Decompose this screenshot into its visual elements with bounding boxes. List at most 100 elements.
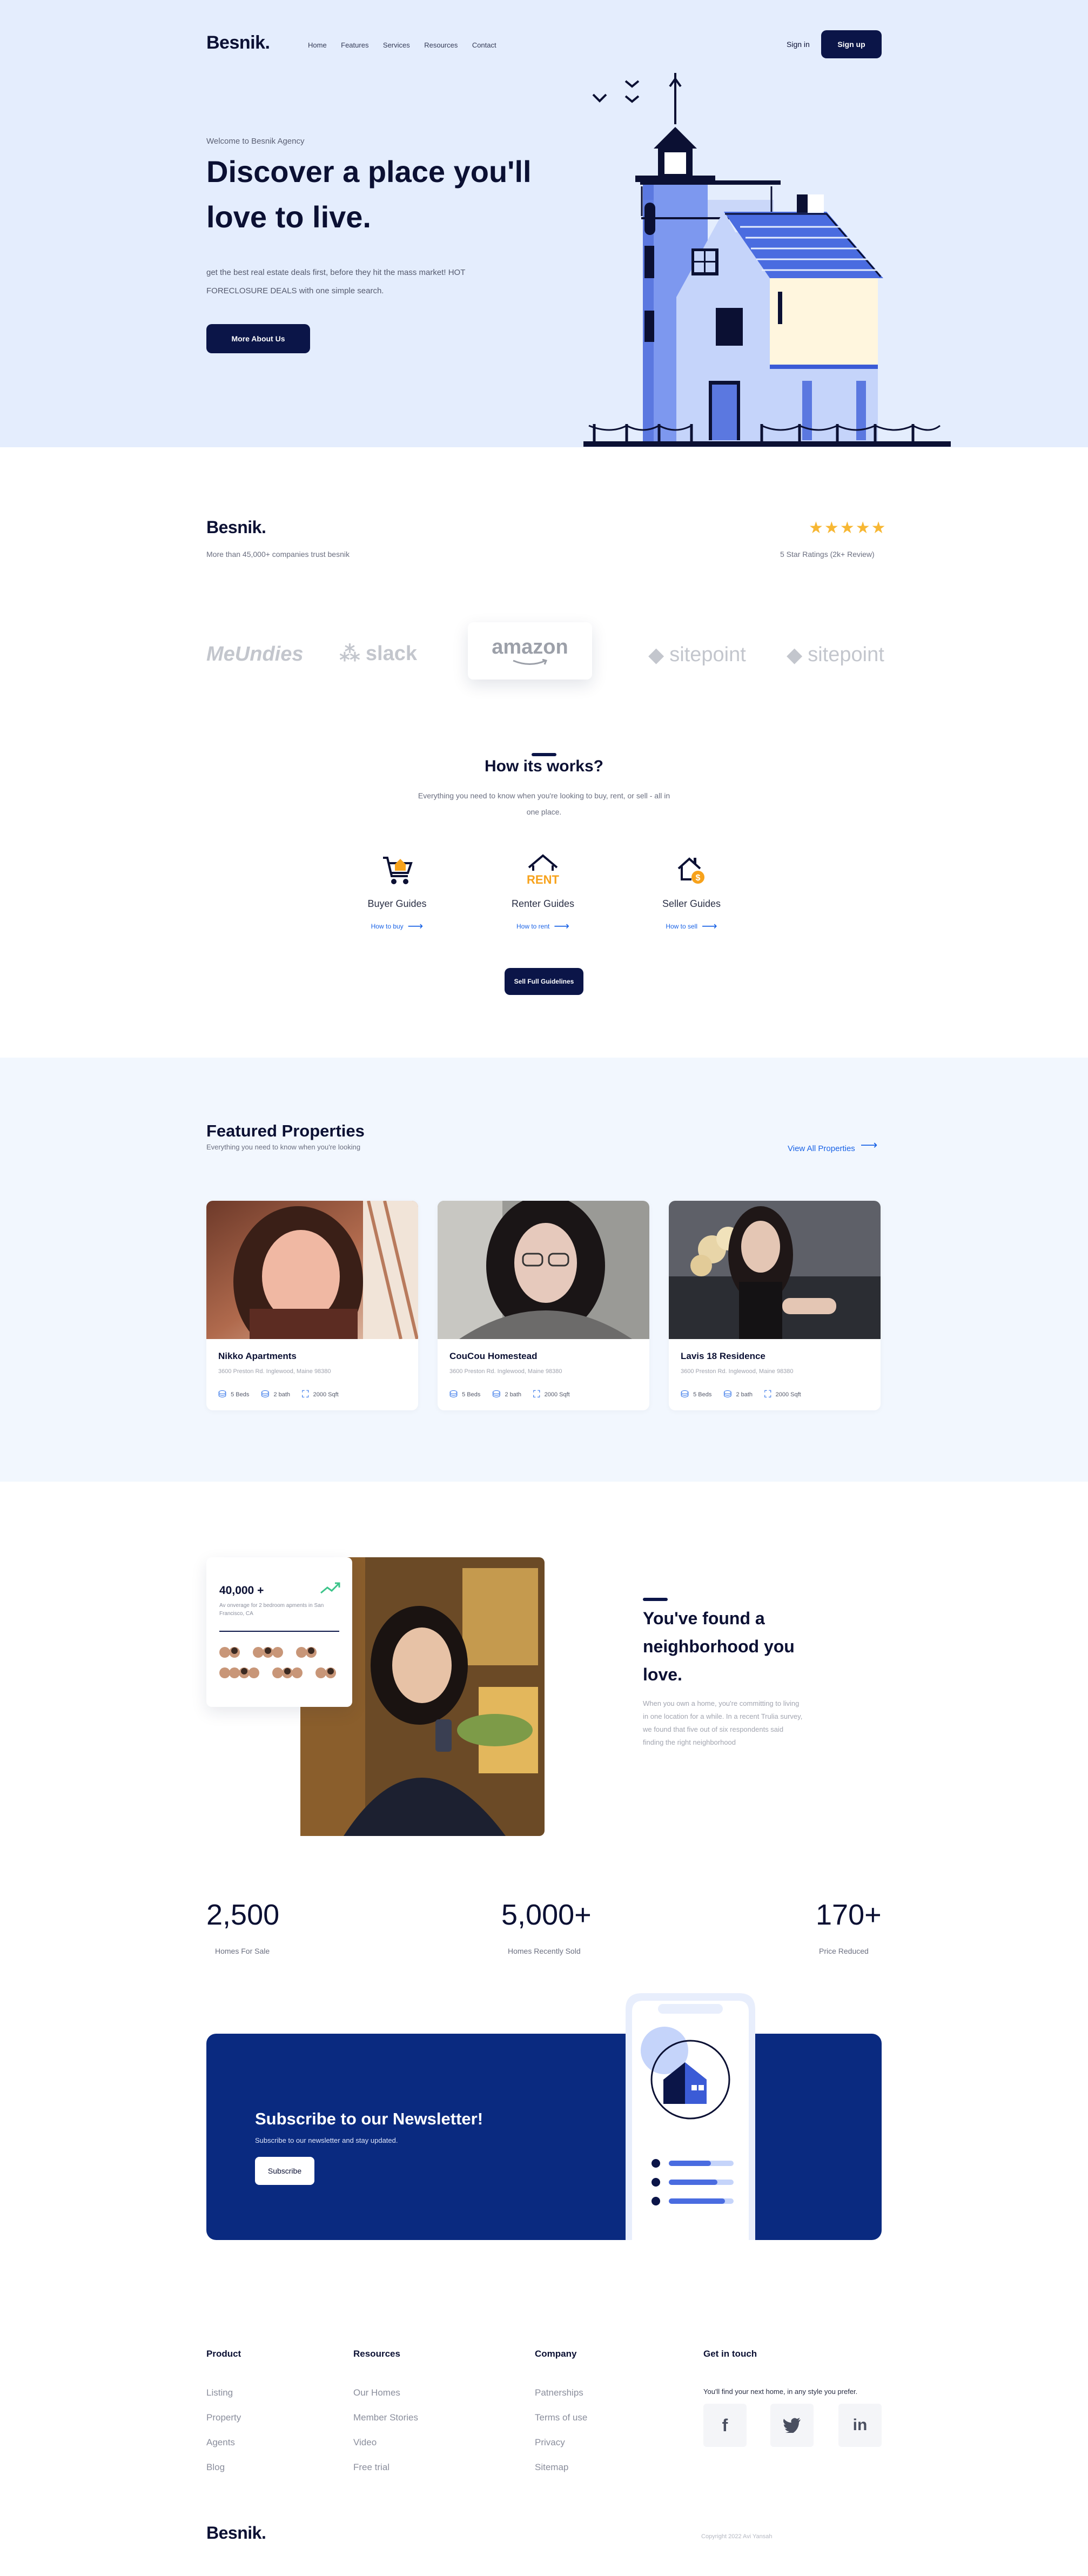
footer-link-blog[interactable]: Blog [206, 2462, 241, 2473]
footer-link-our-homes[interactable]: Our Homes [353, 2387, 418, 2398]
cart-house-icon [383, 857, 413, 884]
brand-sitepoint-2: ◆ sitepoint [787, 643, 884, 667]
bed-icon: ⛁ [681, 1389, 689, 1400]
how-to-sell-link[interactable]: How to sell ⟶ [666, 919, 717, 933]
footer-link-member-stories[interactable]: Member Stories [353, 2412, 418, 2423]
subscribe-button[interactable]: Subscribe [255, 2157, 314, 2185]
bed-icon: ⛁ [218, 1389, 227, 1400]
footer-column-company: Company Patnerships Terms of use Privacy… [535, 2349, 587, 2473]
nav-resources[interactable]: Resources [424, 41, 458, 49]
seller-guide[interactable]: $ Seller Guides How to sell ⟶ [643, 852, 740, 933]
hero-description: get the best real estate deals first, be… [206, 268, 466, 295]
footer-column-product: Product Listing Property Agents Blog [206, 2349, 241, 2473]
rating-text: 5 Star Ratings (2k+ Review) [780, 550, 875, 559]
property-title-3: Lavis 18 Residence [681, 1351, 765, 1361]
bed-icon: ⛁ [449, 1389, 458, 1400]
signin-link[interactable]: Sign in [787, 40, 810, 49]
newsletter-description: Subscribe to our newsletter and stay upd… [255, 2136, 398, 2144]
twitter-icon[interactable] [770, 2404, 814, 2447]
featured-subtitle: Everything you need to know when you're … [206, 1143, 361, 1151]
how-to-rent-link[interactable]: How to rent ⟶ [516, 919, 569, 933]
stat-homes-for-sale-label: Homes For Sale [215, 1947, 270, 1955]
neighborhood-title: You've found a neighborhood you love. [643, 1609, 795, 1684]
area-icon: ⛶ [302, 1389, 309, 1400]
property-photo-1 [206, 1201, 418, 1357]
renter-guide[interactable]: RENT Renter Guides How to rent ⟶ [494, 852, 592, 933]
footer-link-listing[interactable]: Listing [206, 2387, 241, 2398]
svg-text:RENT: RENT [527, 873, 559, 886]
stat-homes-for-sale-value: 2,500 [206, 1899, 280, 1931]
how-title: How its works? [484, 757, 604, 775]
brand-meundies: MeUndies [206, 643, 304, 665]
brand-sitepoint-1: ◆ sitepoint [648, 643, 746, 667]
sell-full-guidelines-button[interactable]: Sell Full Guidelines [505, 968, 583, 995]
copyright-text: Copyright 2022 Avi Yansah [701, 2533, 773, 2540]
arrow-right-icon: ⟶ [860, 1138, 878, 1152]
stat-card-value: 40,000 + [219, 1584, 264, 1597]
footer-link-partnerships[interactable]: Patnerships [535, 2387, 587, 2398]
property-address-2: 3600 Preston Rd. Inglewood, Maine 98380 [449, 1368, 562, 1375]
more-about-us-button[interactable]: More About Us [206, 324, 310, 353]
stat-price-reduced-label: Price Reduced [819, 1947, 869, 1955]
property-address-1: 3600 Preston Rd. Inglewood, Maine 98380 [218, 1368, 331, 1375]
footer-logo[interactable]: Besnik. [206, 2523, 266, 2543]
how-description: Everything you need to know when you're … [418, 791, 670, 816]
avatar-group [219, 1647, 336, 1678]
signup-button[interactable]: Sign up [821, 30, 882, 58]
stat-homes-sold-value: 5,000+ [501, 1899, 592, 1931]
footer-link-agents[interactable]: Agents [206, 2437, 241, 2448]
header-logo[interactable]: Besnik. [206, 32, 270, 53]
area-icon: ⛶ [533, 1389, 540, 1400]
footer-link-privacy[interactable]: Privacy [535, 2437, 587, 2448]
nav-home[interactable]: Home [308, 41, 327, 49]
buyer-guide[interactable]: Buyer Guides How to buy ⟶ [348, 852, 446, 933]
footer-link-property[interactable]: Property [206, 2412, 241, 2423]
property-card-3[interactable]: Lavis 18 Residence 3600 Preston Rd. Ingl… [669, 1201, 881, 1410]
nav-features[interactable]: Features [341, 41, 368, 49]
rent-house-icon: RENT [527, 854, 560, 886]
arrow-right-icon: ⟶ [407, 920, 424, 932]
sitepoint-icon: ◆ [787, 644, 803, 667]
area-icon: ⛶ [764, 1389, 771, 1400]
footer-link-video[interactable]: Video [353, 2437, 418, 2448]
property-features-3: ⛁ 5 Beds ⛁ 2 bath ⛶ 2000 Sqft [681, 1389, 801, 1400]
property-photo-2 [438, 1201, 649, 1339]
featured-title: Featured Properties [206, 1121, 365, 1140]
how-to-buy-link[interactable]: How to buy ⟶ [371, 919, 424, 933]
star-icon: ★ [855, 519, 871, 537]
newsletter-section: Subscribe to our Newsletter! Subscribe t… [206, 2034, 882, 2240]
view-all-properties-link[interactable]: View All Properties ⟶ [788, 1138, 877, 1154]
hero-eyebrow: Welcome to Besnik Agency [206, 137, 305, 146]
nav-contact[interactable]: Contact [472, 41, 496, 49]
footer-heading: Product [206, 2349, 241, 2359]
trust-text: More than 45,000+ companies trust besnik [206, 550, 350, 559]
footer-heading: Get in touch [703, 2349, 757, 2359]
neighborhood-description: When you own a home, you're committing t… [643, 1699, 803, 1746]
nav-services[interactable]: Services [383, 41, 410, 49]
property-card-1[interactable]: Nikko Apartments 3600 Preston Rd. Inglew… [206, 1201, 418, 1410]
footer-link-sitemap[interactable]: Sitemap [535, 2462, 587, 2473]
renter-guide-label: Renter Guides [511, 898, 575, 909]
slack-icon: ⁂ [339, 643, 360, 665]
sell-house-icon: $ [677, 857, 704, 884]
footer-link-free-trial[interactable]: Free trial [353, 2462, 418, 2473]
footer-contact-text: You'll find your next home, in any style… [703, 2387, 858, 2396]
linkedin-icon[interactable]: in [838, 2404, 882, 2447]
sitepoint-icon: ◆ [648, 644, 664, 667]
star-rating: ★★★★★ [809, 519, 887, 537]
featured-properties-section: Featured Properties Everything you need … [0, 1058, 1088, 1482]
lighthouse-illustration [583, 73, 951, 447]
property-card-2[interactable]: CouCou Homestead 3600 Preston Rd. Inglew… [438, 1201, 649, 1410]
property-address-3: 3600 Preston Rd. Inglewood, Maine 98380 [681, 1368, 794, 1375]
bath-icon: ⛁ [723, 1389, 732, 1400]
phone-illustration [626, 1993, 755, 2240]
footer-link-terms[interactable]: Terms of use [535, 2412, 587, 2423]
facebook-icon[interactable]: f [703, 2404, 747, 2447]
footer-column-resources: Resources Our Homes Member Stories Video… [353, 2349, 418, 2473]
property-features-1: ⛁ 5 Beds ⛁ 2 bath ⛶ 2000 Sqft [218, 1389, 339, 1400]
bath-icon: ⛁ [261, 1389, 270, 1400]
arrow-right-icon: ⟶ [702, 920, 717, 932]
arrow-right-icon: ⟶ [554, 920, 570, 932]
stat-price-reduced-value: 170+ [816, 1899, 882, 1931]
property-features-2: ⛁ 5 Beds ⛁ 2 bath ⛶ 2000 Sqft [449, 1389, 570, 1400]
